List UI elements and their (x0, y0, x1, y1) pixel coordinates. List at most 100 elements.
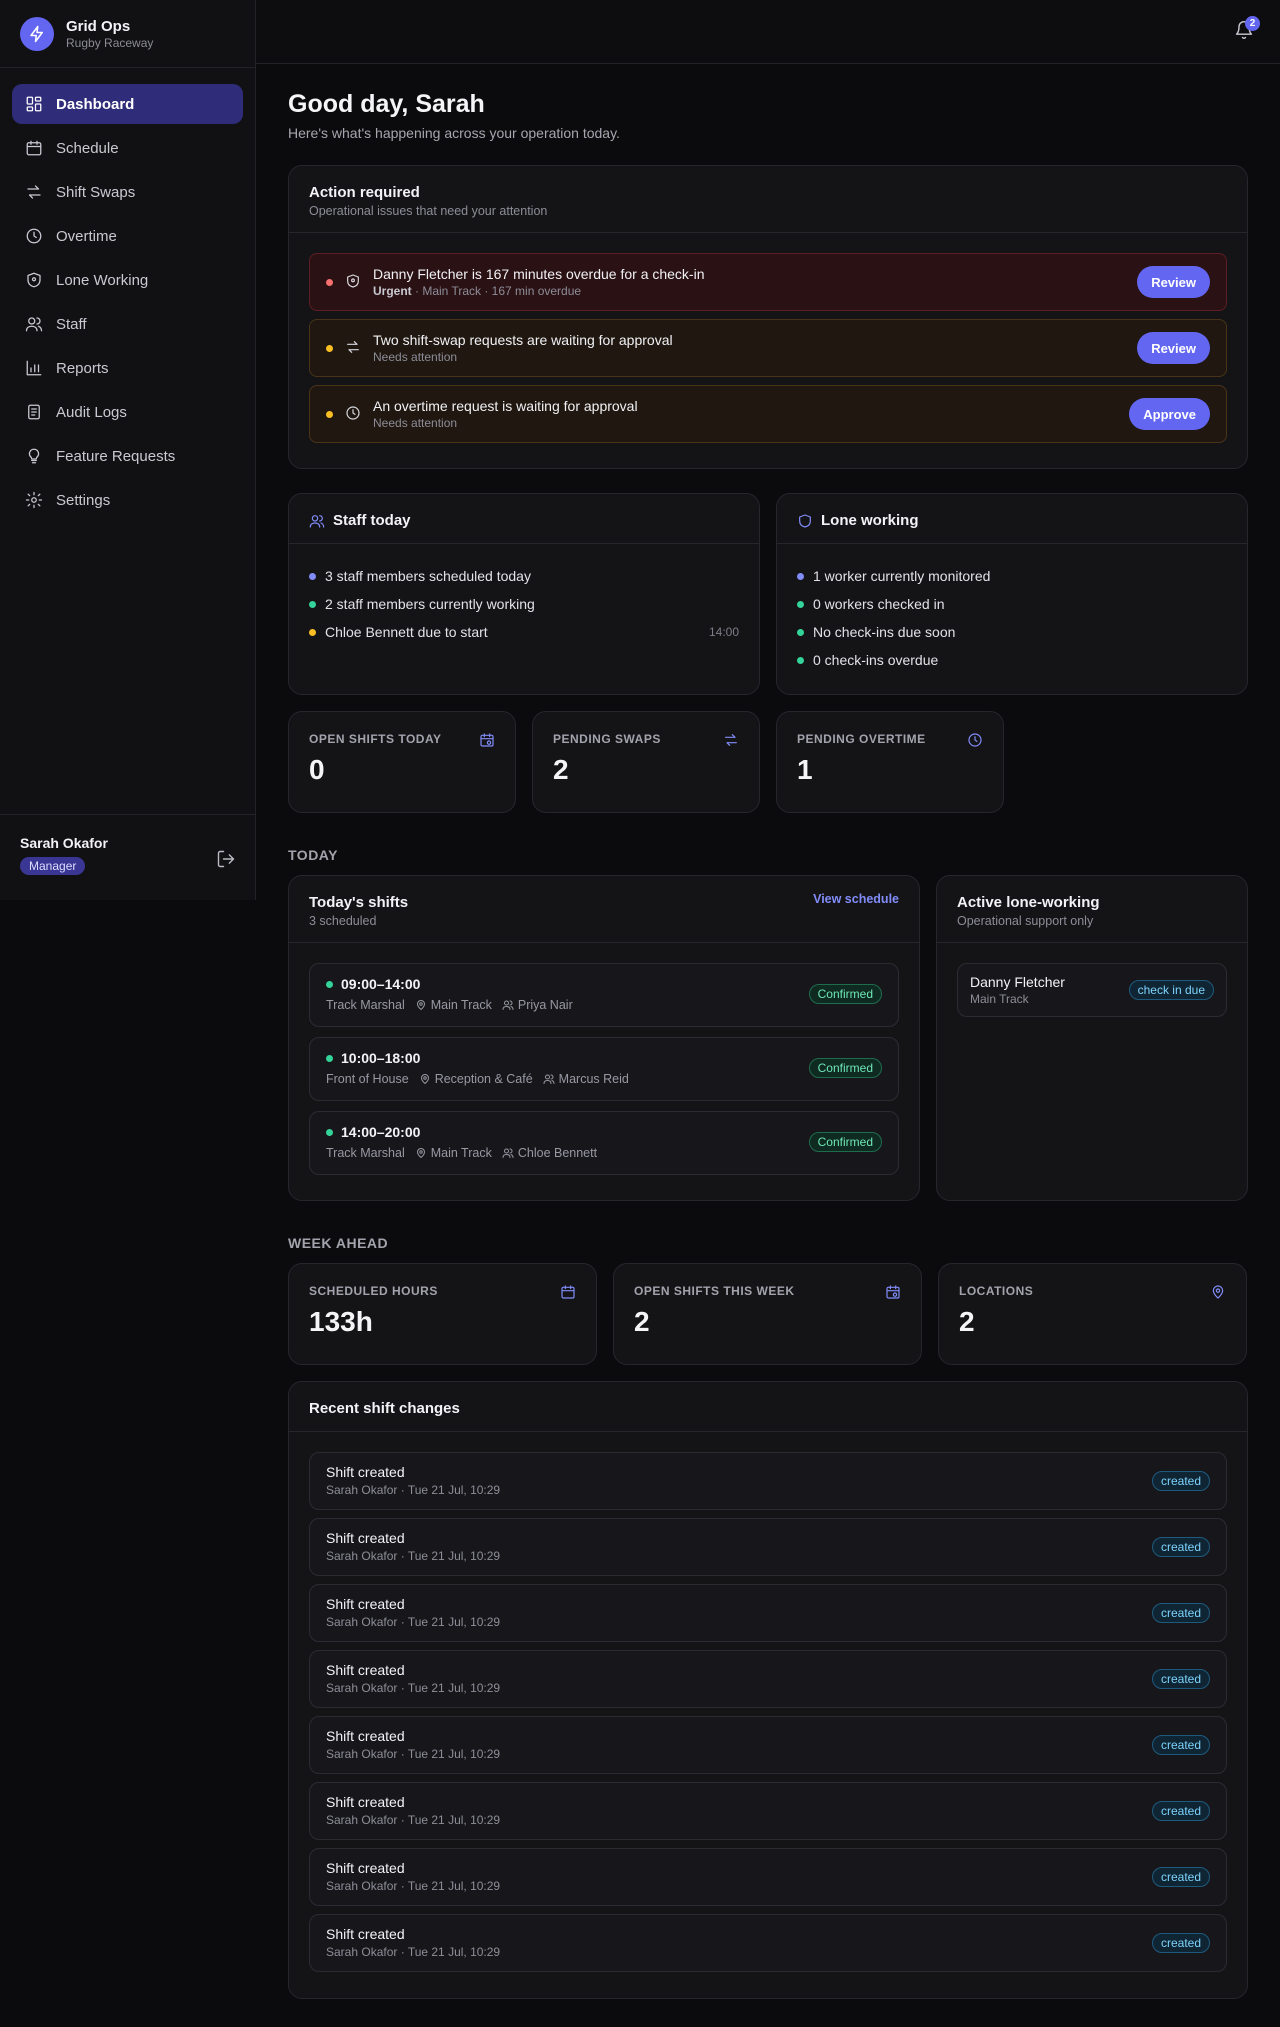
list-item: Chloe Bennett due to start 14:00 (309, 618, 739, 646)
status-badge: Confirmed (808, 1132, 882, 1152)
user-name: Sarah Okafor (20, 835, 108, 851)
shift-role: Track Marshal (326, 998, 405, 1012)
section-label-today: TODAY (288, 847, 338, 863)
stat-locations: LOCATIONS 2 (938, 1263, 1247, 1365)
shift-item[interactable]: 09:00–14:00 Track Marshal Main Track Pri… (309, 963, 899, 1027)
card-subtitle: 3 scheduled (309, 914, 377, 928)
active-lone-working-card: Active lone-working Operational support … (936, 875, 1248, 1201)
stat-pending-overtime: PENDING OVERTIME 1 (776, 711, 1004, 813)
stat-value: 133h (309, 1306, 373, 1337)
calendar-clock-icon (885, 1284, 901, 1300)
status-badge: created (1151, 1471, 1210, 1491)
change-title: Shift created (326, 1926, 405, 1942)
sidebar-item-label: Overtime (56, 227, 117, 245)
list-item[interactable]: Shift created Sarah Okafor · Tue 21 Jul, … (309, 1782, 1227, 1840)
card-subtitle: Operational issues that need your attent… (309, 204, 548, 218)
swap-icon (723, 732, 739, 748)
list-item: 1 worker currently monitored (797, 562, 1227, 590)
sidebar-item-audit-logs[interactable]: Audit Logs (12, 392, 243, 432)
change-meta: Sarah Okafor · Tue 21 Jul, 10:29 (326, 1615, 501, 1629)
list-item[interactable]: Shift created Sarah Okafor · Tue 21 Jul, … (309, 1518, 1227, 1576)
calendar-clock-icon (479, 732, 495, 748)
bell-icon[interactable]: 2 (1234, 16, 1260, 42)
map-pin-icon (415, 999, 427, 1011)
shift-item[interactable]: 10:00–18:00 Front of House Reception & C… (309, 1037, 899, 1101)
sidebar-item-label: Shift Swaps (56, 183, 136, 201)
sidebar-item-reports[interactable]: Reports (12, 348, 243, 388)
log-icon (24, 402, 44, 422)
shift-person: Chloe Bennett (517, 1146, 598, 1160)
ok-dot (326, 1128, 333, 1136)
stat-label: OPEN SHIFTS THIS WEEK (634, 1284, 795, 1298)
list-item-text: 0 workers checked in (813, 596, 945, 612)
card-title: Active lone-working (957, 894, 1100, 911)
sidebar-item-label: Dashboard (56, 95, 135, 113)
status-badge: created (1151, 1933, 1210, 1953)
section-label-week-ahead: WEEK AHEAD (288, 1235, 389, 1251)
list-item[interactable]: Shift created Sarah Okafor · Tue 21 Jul, … (309, 1848, 1227, 1906)
dashboard-icon (24, 94, 44, 114)
alert-meta-text: · Main Track · 167 min overdue (411, 284, 582, 298)
sidebar-nav: Dashboard Schedule Shift Swaps Overtime … (0, 68, 255, 540)
alert-title: An overtime request is waiting for appro… (373, 398, 638, 414)
shift-item[interactable]: 14:00–20:00 Track Marshal Main Track Chl… (309, 1111, 899, 1175)
calendar-icon (24, 138, 44, 158)
sidebar-item-label: Settings (56, 491, 111, 509)
change-meta: Sarah Okafor · Tue 21 Jul, 10:29 (326, 1879, 501, 1893)
card-title: Action required (309, 184, 420, 201)
users-icon (502, 999, 514, 1011)
shift-time: 14:00–20:00 (341, 1124, 421, 1140)
alert-item: An overtime request is waiting for appro… (309, 385, 1227, 443)
sidebar-item-feature-requests[interactable]: Feature Requests (12, 436, 243, 476)
notification-count: 2 (1245, 16, 1260, 31)
status-badge: created (1151, 1735, 1210, 1755)
sidebar-item-label: Audit Logs (56, 403, 127, 421)
main-content: Good day, Sarah Here's what's happening … (288, 64, 1248, 1999)
list-item: 0 check-ins overdue (797, 646, 1227, 674)
view-schedule-link[interactable]: View schedule (813, 892, 899, 906)
sidebar-item-settings[interactable]: Settings (12, 480, 243, 520)
change-meta: Sarah Okafor · Tue 21 Jul, 10:29 (326, 1813, 501, 1827)
sidebar-item-shift-swaps[interactable]: Shift Swaps (12, 172, 243, 212)
venue-name: Rugby Raceway (66, 35, 154, 50)
list-item[interactable]: Shift created Sarah Okafor · Tue 21 Jul, … (309, 1914, 1227, 1972)
sidebar-item-staff[interactable]: Staff (12, 304, 243, 344)
list-item-text: 2 staff members currently working (325, 596, 535, 612)
list-item: 0 workers checked in (797, 590, 1227, 618)
start-time: 14:00 (708, 625, 739, 639)
list-item[interactable]: Shift created Sarah Okafor · Tue 21 Jul, … (309, 1584, 1227, 1642)
lone-worker-item[interactable]: Danny Fletcher Main Track check in due (957, 963, 1227, 1017)
list-item[interactable]: Shift created Sarah Okafor · Tue 21 Jul, … (309, 1452, 1227, 1510)
change-meta: Sarah Okafor · Tue 21 Jul, 10:29 (326, 1681, 501, 1695)
status-badge: created (1151, 1537, 1210, 1557)
shift-role: Front of House (326, 1072, 409, 1086)
urgent-dot (326, 278, 333, 286)
shift-time: 09:00–14:00 (341, 976, 421, 992)
review-button[interactable]: Review (1137, 332, 1210, 364)
approve-button[interactable]: Approve (1129, 398, 1210, 430)
sidebar-item-overtime[interactable]: Overtime (12, 216, 243, 256)
sidebar-item-label: Feature Requests (56, 447, 176, 465)
list-item-text: 3 staff members scheduled today (325, 568, 531, 584)
stat-label: PENDING SWAPS (553, 732, 661, 746)
clock-icon (345, 405, 363, 423)
sidebar-item-schedule[interactable]: Schedule (12, 128, 243, 168)
todays-shifts-card: Today's shifts 3 scheduled View schedule… (288, 875, 920, 1201)
brand[interactable]: Grid Ops Rugby Raceway (0, 0, 255, 68)
list-item[interactable]: Shift created Sarah Okafor · Tue 21 Jul, … (309, 1650, 1227, 1708)
change-meta: Sarah Okafor · Tue 21 Jul, 10:29 (326, 1549, 501, 1563)
card-title: Recent shift changes (309, 1400, 460, 1417)
sidebar-item-lone-working[interactable]: Lone Working (12, 260, 243, 300)
list-item[interactable]: Shift created Sarah Okafor · Tue 21 Jul, … (309, 1716, 1227, 1774)
stat-label: PENDING OVERTIME (797, 732, 926, 746)
info-dot (797, 572, 804, 580)
sidebar-item-dashboard[interactable]: Dashboard (12, 84, 243, 124)
recent-shift-changes-card: Recent shift changes Shift created Sarah … (288, 1381, 1248, 1999)
review-button[interactable]: Review (1137, 266, 1210, 298)
users-icon (309, 513, 325, 529)
stat-label: LOCATIONS (959, 1284, 1034, 1298)
ok-dot (326, 1054, 333, 1062)
status-badge: created (1151, 1867, 1210, 1887)
status-badge: created (1151, 1801, 1210, 1821)
logout-icon[interactable] (216, 849, 236, 869)
